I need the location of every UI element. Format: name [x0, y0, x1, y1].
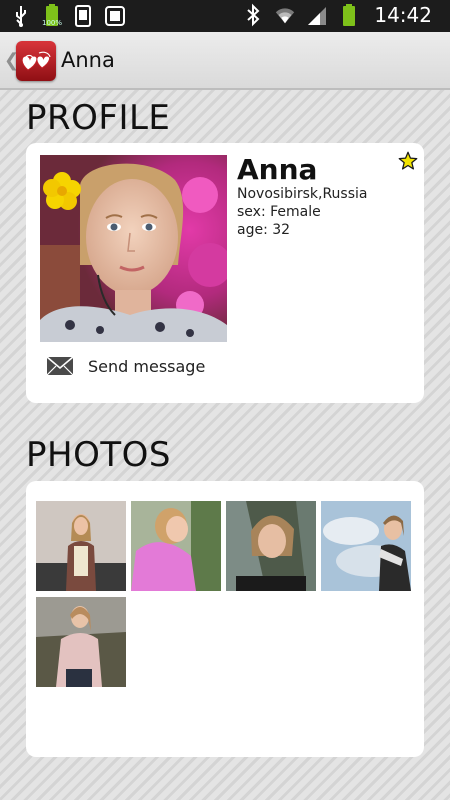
send-message-label: Send message [88, 356, 206, 376]
status-bar: 100% 14:42 [0, 0, 450, 32]
hearts-logo-icon [21, 51, 51, 71]
photo-image [226, 501, 316, 591]
app-logo[interactable] [16, 41, 56, 81]
battery-percent-label: 100% [42, 19, 63, 27]
photo-thumbnail[interactable] [131, 501, 221, 591]
screenshot-icon [105, 6, 125, 26]
profile-sex: sex: Female [237, 204, 321, 220]
profile-heading: PROFILE [26, 98, 171, 138]
photo-image [36, 597, 126, 687]
photo-thumbnail[interactable] [36, 501, 126, 591]
photo-image [131, 501, 221, 591]
bluetooth-icon [247, 3, 260, 27]
battery-small-icon: 100% [42, 4, 62, 28]
profile-photo-image [40, 155, 227, 342]
photos-card [26, 481, 424, 757]
photos-heading: PHOTOS [26, 435, 171, 475]
profile-name: Anna [237, 153, 318, 186]
envelope-icon [46, 356, 74, 376]
photo-image [36, 501, 126, 591]
phone-icon [75, 5, 91, 27]
clock: 14:42 [374, 3, 432, 27]
photo-thumbnail[interactable] [36, 597, 126, 687]
battery-icon [343, 4, 356, 26]
page-title: Anna [61, 48, 115, 72]
usb-icon [16, 6, 26, 27]
profile-photo[interactable] [40, 155, 227, 342]
signal-icon [308, 7, 327, 25]
photo-image [321, 501, 411, 591]
profile-age: age: 32 [237, 222, 291, 238]
profile-location: Novosibirsk,Russia [237, 186, 368, 202]
send-message-button[interactable]: Send message [46, 351, 205, 381]
profile-card: Anna Novosibirsk,Russia sex: Female age:… [26, 143, 424, 403]
photo-thumbnail[interactable] [321, 501, 411, 591]
wifi-icon [276, 8, 295, 24]
action-bar: ❮ Anna [0, 32, 450, 90]
photo-thumbnail[interactable] [226, 501, 316, 591]
star-icon[interactable] [398, 151, 418, 171]
